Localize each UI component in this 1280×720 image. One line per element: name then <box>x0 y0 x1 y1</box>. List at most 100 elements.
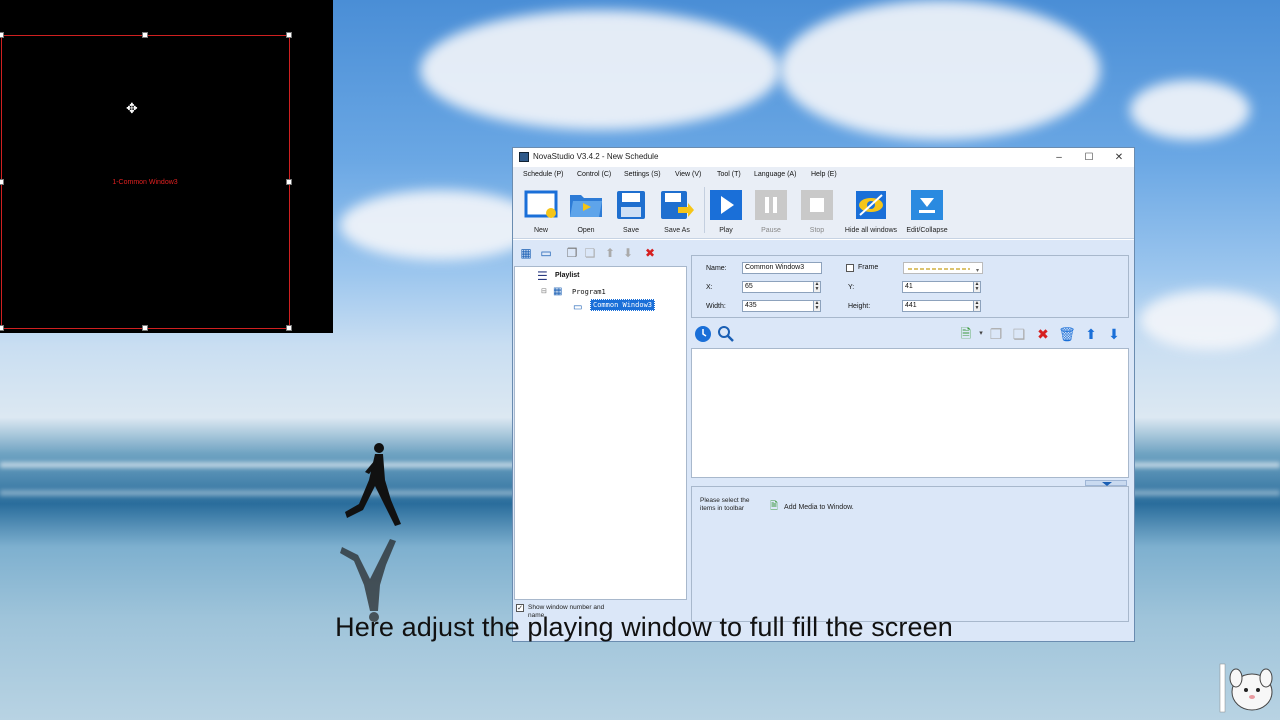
add-program-icon[interactable]: ▦ <box>519 246 533 260</box>
window-properties-panel: Name: Common Window3 Frame ▾ X: 65 ▲ ▼ Y:… <box>691 255 1129 318</box>
frame-label: Frame <box>858 264 879 271</box>
width-input[interactable]: 435 <box>742 300 814 312</box>
hide-eye-icon <box>856 191 886 219</box>
copy-icon[interactable]: ❐ <box>565 246 579 260</box>
resize-handle[interactable] <box>0 179 4 185</box>
x-input[interactable]: 65 <box>742 281 814 293</box>
y-label: Y: <box>848 284 855 291</box>
trash-icon[interactable]: 🗑 <box>1058 325 1076 343</box>
tree-playlist[interactable]: Playlist <box>555 272 580 279</box>
resize-handle[interactable] <box>142 325 148 331</box>
menu-bar: Schedule (P) Control (C) Settings (S) Vi… <box>513 167 1134 183</box>
maximize-button[interactable]: ☐ <box>1074 149 1104 166</box>
cloud <box>780 0 1100 140</box>
height-stepper[interactable]: ▲ ▼ <box>973 300 981 312</box>
resize-handle[interactable] <box>286 179 292 185</box>
frame-checkbox-box[interactable] <box>846 264 854 272</box>
pause-icon <box>755 190 787 220</box>
hide-all-label: Hide all windows <box>844 227 898 234</box>
add-window-icon[interactable]: ▭ <box>539 246 553 260</box>
cloud <box>340 190 540 260</box>
y-stepper[interactable]: ▲ ▼ <box>973 281 981 293</box>
minimize-button[interactable]: – <box>1044 149 1074 166</box>
menu-view[interactable]: View (V) <box>675 171 701 178</box>
copy-media-icon[interactable]: ❐ <box>987 325 1005 343</box>
frame-checkbox[interactable]: Frame <box>846 264 878 272</box>
y-input[interactable]: 41 <box>902 281 974 293</box>
svg-text:▾: ▾ <box>976 267 979 274</box>
checkbox-checked[interactable]: ✓ <box>516 604 524 612</box>
media-list[interactable] <box>691 348 1129 478</box>
hide-all-windows-button[interactable]: Hide all windows <box>845 187 897 237</box>
paste-icon[interactable]: ❏ <box>583 246 597 260</box>
save-disk-icon <box>617 191 645 219</box>
height-label: Height: <box>848 303 871 310</box>
app-icon <box>519 152 529 162</box>
stop-button[interactable]: Stop <box>795 187 839 237</box>
cloud <box>1140 290 1280 350</box>
name-input[interactable]: Common Window3 <box>742 262 822 274</box>
window-label: 1-Common Window3 <box>112 179 178 186</box>
clock-icon[interactable] <box>694 325 712 343</box>
frame-style-select[interactable]: ▾ <box>903 262 983 274</box>
program-icon: ▦ <box>553 286 563 297</box>
save-as-button[interactable]: Save As <box>655 187 699 237</box>
name-label: Name: <box>706 265 727 272</box>
resize-handle[interactable] <box>0 325 4 331</box>
new-icon <box>524 190 558 218</box>
save-as-icon <box>661 191 694 219</box>
media-properties-panel: Please select the items in toolbar 🗎 Add … <box>691 486 1129 622</box>
video-subtitle: Here adjust the playing window to full f… <box>335 612 953 642</box>
mascot-watermark <box>1219 663 1273 713</box>
width-stepper[interactable]: ▲ ▼ <box>813 300 821 312</box>
collapse-arrow-icon <box>911 190 943 220</box>
edit-collapse-label: Edit/Collapse <box>906 227 948 234</box>
cloud <box>420 10 780 130</box>
playing-window[interactable]: ✥ 1-Common Window3 <box>0 0 333 333</box>
title-bar[interactable]: NovaStudio V3.4.2 - New Schedule – ☐ ✕ <box>513 148 1134 167</box>
x-stepper[interactable]: ▲ ▼ <box>813 281 821 293</box>
move-up-icon[interactable]: ⬆ <box>603 246 617 260</box>
resize-handle[interactable] <box>286 325 292 331</box>
resize-handle[interactable] <box>286 32 292 38</box>
playlist-icon: ☰ <box>537 269 548 283</box>
add-media-link[interactable]: 🗎 Add Media to Window. <box>770 499 854 516</box>
novastudio-window: NovaStudio V3.4.2 - New Schedule – ☐ ✕ S… <box>512 147 1135 642</box>
window-icon: ▭ <box>573 302 583 313</box>
tree-window-item[interactable]: Common Window3 <box>590 299 656 311</box>
media-up-icon[interactable]: ⬆ <box>1082 325 1100 343</box>
menu-schedule[interactable]: Schedule (P) <box>523 171 563 178</box>
media-down-icon[interactable]: ⬇ <box>1105 325 1123 343</box>
frame-pattern-preview: ▾ <box>908 267 979 274</box>
menu-tool[interactable]: Tool (T) <box>717 171 741 178</box>
resize-handle[interactable] <box>0 32 4 38</box>
cloud <box>1130 80 1250 140</box>
runner-silhouette <box>345 443 401 526</box>
playlist-tree: ☰ Playlist ⊟ ▦ Program1 ▭ Common Window3 <box>514 266 687 600</box>
delete-media-icon[interactable]: ✖ <box>1034 325 1052 343</box>
add-media-small-icon: 🗎 <box>770 501 779 512</box>
resize-handle[interactable] <box>142 32 148 38</box>
width-label: Width: <box>706 303 726 310</box>
toolbar-hint: Please select the items in toolbar <box>700 497 750 512</box>
menu-settings[interactable]: Settings (S) <box>624 171 661 178</box>
open-folder-icon <box>570 195 602 217</box>
search-icon[interactable] <box>717 325 735 343</box>
content-area: ▦ ▭ ❐ ❏ ⬆ ⬇ ✖ ☰ Playlist ⊟ ▦ Program1 ▭ … <box>513 240 1134 641</box>
collapse-toggle-icon[interactable]: ⊟ <box>541 287 547 295</box>
tree-common-window3[interactable]: Common Window3 <box>590 299 656 311</box>
tree-program1[interactable]: Program1 <box>572 288 606 296</box>
height-input[interactable]: 441 <box>902 300 974 312</box>
delete-icon[interactable]: ✖ <box>643 246 657 260</box>
main-toolbar: New Open Save Save As Play Pause Stop Hi… <box>513 183 1134 239</box>
menu-control[interactable]: Control (C) <box>577 171 611 178</box>
edit-collapse-button[interactable]: Edit/Collapse <box>905 187 949 237</box>
move-down-icon[interactable]: ⬇ <box>621 246 635 260</box>
menu-help[interactable]: Help (E) <box>811 171 837 178</box>
play-icon <box>710 190 742 220</box>
paste-media-icon[interactable]: ❏ <box>1010 325 1028 343</box>
move-cursor-icon: ✥ <box>126 100 138 116</box>
close-button[interactable]: ✕ <box>1104 149 1134 166</box>
menu-language[interactable]: Language (A) <box>754 171 796 178</box>
media-toolbar: 🗎 ▾ ❐ ❏ ✖ 🗑 ⬆ ⬇ <box>691 324 1129 344</box>
